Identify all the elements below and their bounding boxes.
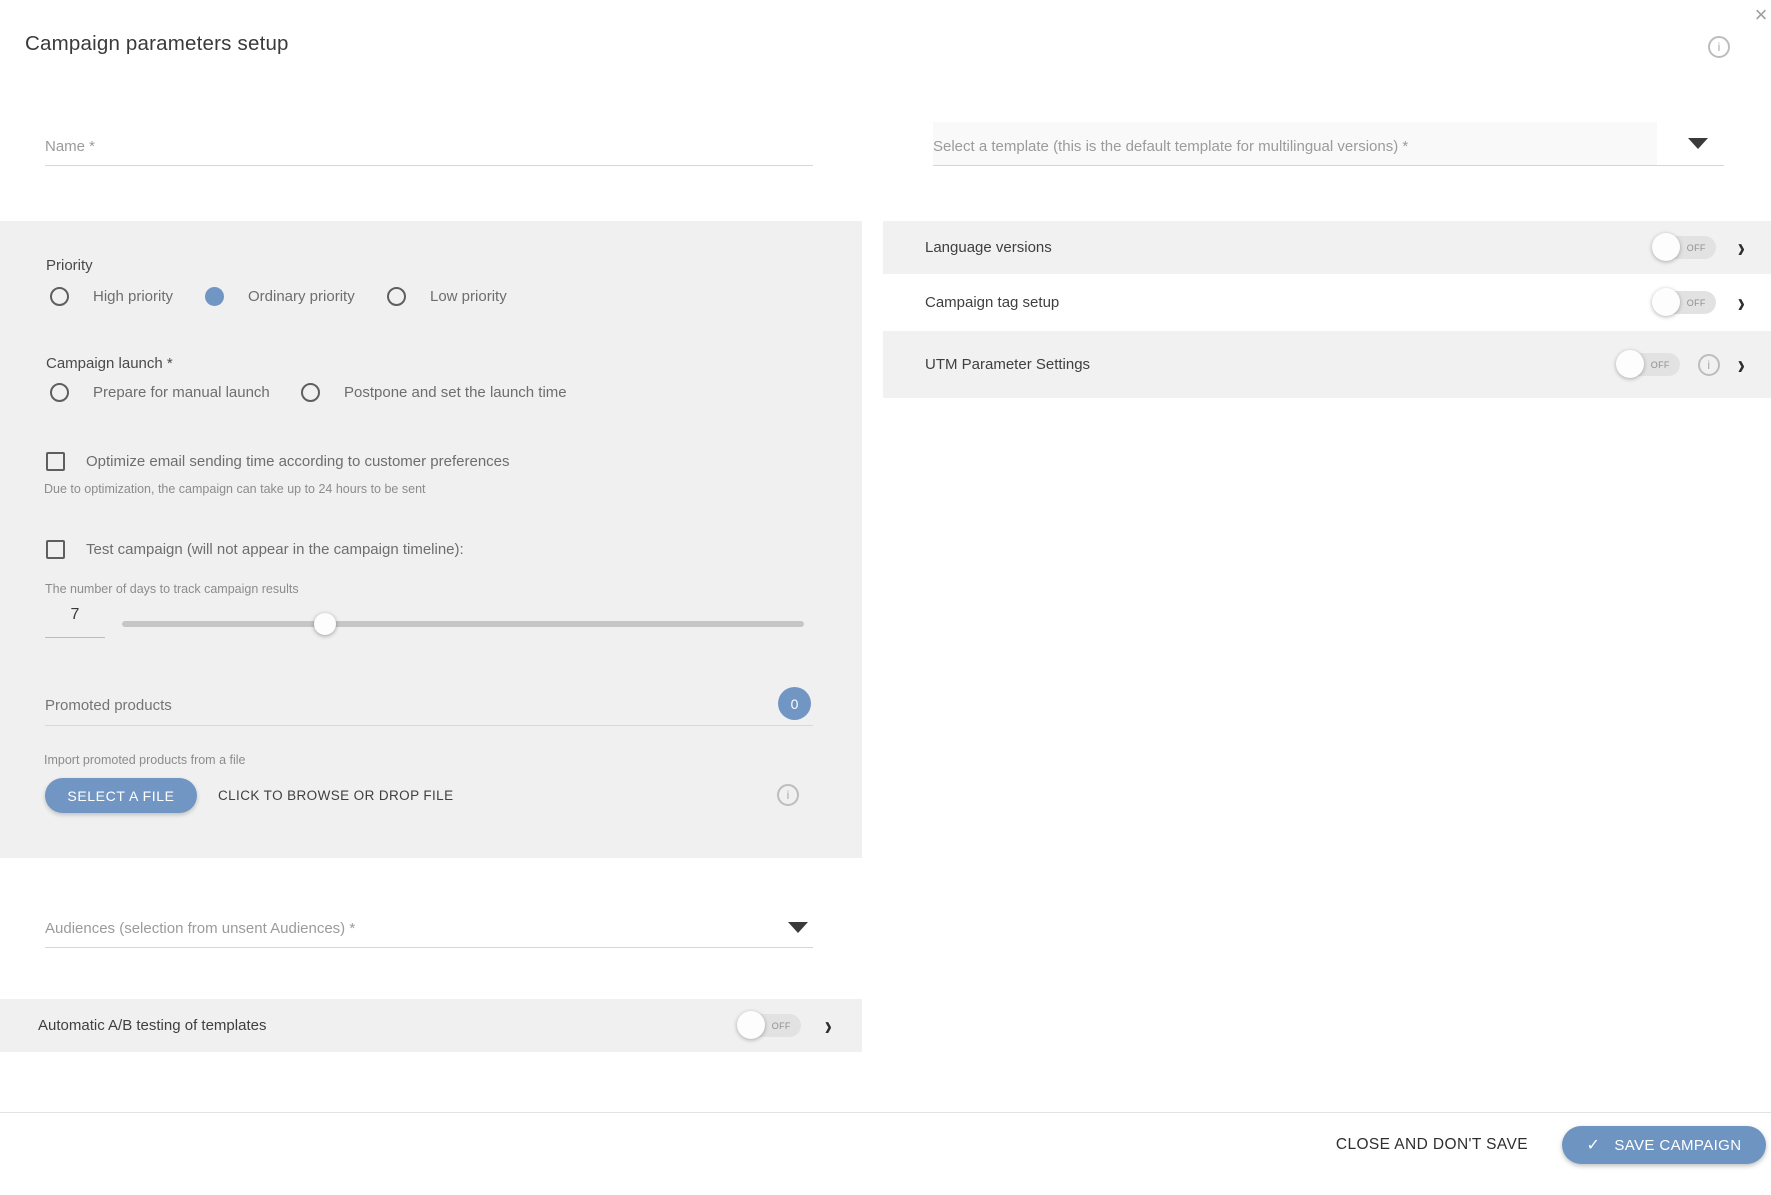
toggle-knob xyxy=(1615,350,1644,378)
close-dont-save-button[interactable]: CLOSE AND DON'T SAVE xyxy=(1336,1136,1528,1154)
save-campaign-button[interactable]: ✓ SAVE CAMPAIGN xyxy=(1562,1126,1766,1164)
campaign-launch-label: Campaign launch * xyxy=(46,355,173,372)
priority-radio-high[interactable]: High priority xyxy=(50,285,173,307)
campaign-tag-toggle[interactable]: OFF xyxy=(1651,288,1716,316)
tracking-days-value[interactable]: 7 xyxy=(45,606,105,624)
tracking-days-label: The number of days to track campaign res… xyxy=(45,582,299,596)
check-icon: ✓ xyxy=(1586,1137,1601,1154)
utm-settings-toggle[interactable]: OFF xyxy=(1615,350,1680,378)
ab-testing-toggle[interactable]: OFF xyxy=(736,1011,801,1039)
promoted-products-label: Promoted products xyxy=(45,697,172,714)
launch-radio-manual[interactable]: Prepare for manual launch xyxy=(50,381,270,403)
chevron-down-icon xyxy=(1688,138,1708,149)
campaign-parameters-dialog: Campaign parameters setup × i Name * Sel… xyxy=(0,0,1771,1195)
launch-radio-postpone[interactable]: Postpone and set the launch time xyxy=(301,381,567,403)
radio-icon xyxy=(301,382,320,402)
import-products-label: Import promoted products from a file xyxy=(44,753,246,767)
select-file-button[interactable]: SELECT A FILE xyxy=(45,778,197,813)
priority-label: Priority xyxy=(46,257,93,274)
chevron-down-icon xyxy=(788,922,808,933)
checkbox-icon xyxy=(46,451,65,471)
audiences-select[interactable]: Audiences (selection from unsent Audienc… xyxy=(45,904,813,948)
optimize-sending-checkbox[interactable]: Optimize email sending time according to… xyxy=(46,450,510,472)
campaign-tag-label: Campaign tag setup xyxy=(925,294,1060,311)
utm-settings-label: UTM Parameter Settings xyxy=(925,356,1091,373)
priority-radio-low[interactable]: Low priority xyxy=(387,285,507,307)
page-title: Campaign parameters setup xyxy=(25,32,289,55)
campaign-name-placeholder: Name * xyxy=(45,138,96,155)
radio-icon xyxy=(387,286,406,306)
audiences-placeholder: Audiences (selection from unsent Audienc… xyxy=(45,920,356,937)
campaign-settings-panel: Priority High priority Ordinary priority… xyxy=(0,221,862,858)
checkbox-icon xyxy=(46,539,65,559)
toggle-knob xyxy=(736,1011,765,1039)
promoted-products-underline xyxy=(45,725,813,726)
info-icon[interactable]: i xyxy=(1697,353,1720,376)
toggle-knob xyxy=(1651,288,1680,316)
chevron-right-icon[interactable]: › xyxy=(825,1011,832,1039)
language-versions-label: Language versions xyxy=(925,239,1052,256)
radio-selected-icon xyxy=(205,286,224,306)
optimize-note: Due to optimization, the campaign can ta… xyxy=(44,482,426,496)
chevron-right-icon[interactable]: › xyxy=(1738,350,1745,378)
ab-testing-label: Automatic A/B testing of templates xyxy=(38,1017,267,1034)
test-campaign-checkbox[interactable]: Test campaign (will not appear in the ca… xyxy=(46,538,464,560)
chevron-right-icon[interactable]: › xyxy=(1738,288,1745,316)
template-select[interactable]: Select a template (this is the default t… xyxy=(933,122,1724,166)
panel-row-utm-settings[interactable]: UTM Parameter Settings OFF i › xyxy=(883,331,1771,398)
drop-file-hint: CLICK TO BROWSE OR DROP FILE xyxy=(218,788,454,803)
save-campaign-label: SAVE CAMPAIGN xyxy=(1614,1136,1742,1154)
priority-radio-ordinary[interactable]: Ordinary priority xyxy=(205,285,355,307)
ab-testing-bar[interactable]: Automatic A/B testing of templates OFF › xyxy=(0,999,862,1052)
info-icon[interactable]: i xyxy=(777,784,799,806)
campaign-name-field[interactable]: Name * xyxy=(45,122,813,166)
promoted-products-count-badge: 0 xyxy=(778,687,811,720)
footer-divider xyxy=(0,1112,1771,1113)
radio-icon xyxy=(50,382,69,402)
radio-icon xyxy=(50,286,69,306)
template-select-placeholder: Select a template (this is the default t… xyxy=(933,138,1409,155)
slider-thumb[interactable] xyxy=(314,613,336,635)
tracking-days-slider[interactable] xyxy=(122,621,804,627)
footer: CLOSE AND DON'T SAVE ✓ SAVE CAMPAIGN xyxy=(0,1126,1766,1164)
chevron-right-icon[interactable]: › xyxy=(1738,233,1745,261)
toggle-knob xyxy=(1651,233,1680,261)
info-icon[interactable]: i xyxy=(1708,36,1730,58)
tracking-days-value-underline xyxy=(45,637,105,638)
language-versions-toggle[interactable]: OFF xyxy=(1651,233,1716,261)
close-icon[interactable]: × xyxy=(1748,2,1771,28)
panel-row-campaign-tag[interactable]: Campaign tag setup OFF › xyxy=(883,274,1771,331)
panel-row-language-versions[interactable]: Language versions OFF › xyxy=(883,221,1771,274)
